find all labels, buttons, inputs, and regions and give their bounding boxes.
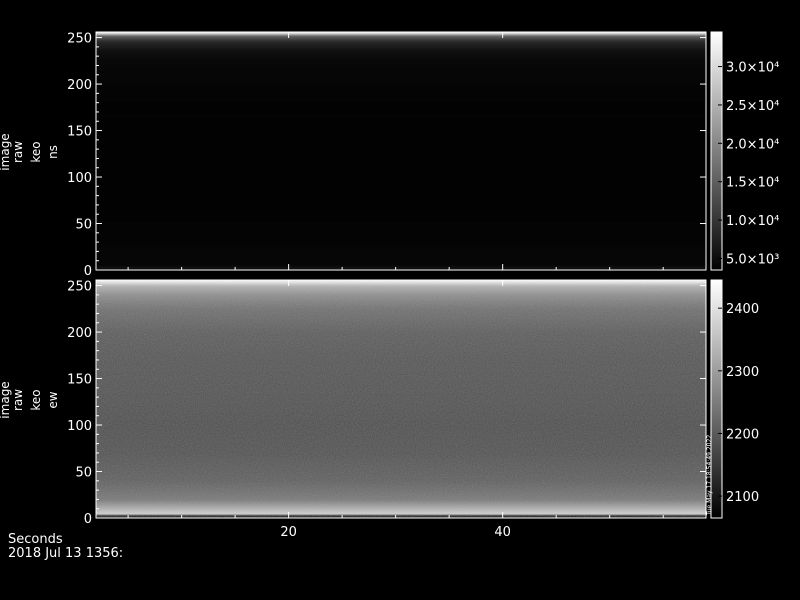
y-tick-label: 200 (67, 326, 92, 341)
panel-ew: 0 50 100 150 200 250 20 40 image raw keo ew 210… (0, 279, 759, 540)
x-tick-label: 20 (280, 525, 297, 540)
colorbar-tick-label: 2100 (726, 490, 759, 505)
y-tick-label: 0 (84, 264, 92, 279)
y-axis-label-ns: image raw keo ns (0, 133, 60, 170)
y-tick-label: 100 (67, 171, 92, 186)
noise-overlay-ew (96, 280, 706, 518)
y-label-line: ns (46, 145, 60, 159)
colorbar-tick-label: 2200 (726, 427, 759, 442)
x-unit-label: Seconds (8, 532, 63, 547)
y-tick-label: 100 (67, 419, 92, 434)
figure: 050100150200250 image raw keo ns 5.0×10³… (0, 31, 779, 561)
colorbar-ew: 2100 2200 2300 2400 (710, 279, 759, 519)
colorbar-ns: 5.0×10³ 1.0×10⁴ 1.5×10⁴ 2.0×10⁴ 2.5×10⁴ 3.0×1… (710, 31, 779, 271)
heatmap-ns (96, 32, 706, 271)
colorbar-tick-label: 2300 (726, 365, 759, 380)
colorbar-tick-label: 2400 (726, 302, 759, 317)
y-tick-label: 250 (67, 280, 92, 295)
y-tick-label: 50 (75, 466, 92, 481)
y-tick-label: 250 (67, 32, 92, 47)
colorbar-tick-label: 5.0×10³ (726, 252, 779, 267)
colorbar-tick-label: 1.0×10⁴ (726, 214, 779, 229)
y-tick-label: 150 (67, 373, 92, 388)
timestamp-stamp: Tue May 17 18:54:49 2022 (706, 435, 713, 516)
colorbar-tick-label: 1.5×10⁴ (726, 176, 779, 191)
y-label-line: keo (29, 389, 43, 410)
y-label-line: ew (46, 391, 60, 408)
colorbar-tick-label: 2.0×10⁴ (726, 137, 779, 152)
y-tick-label: 150 (67, 125, 92, 140)
y-axis-label-ew: image raw keo ew (0, 381, 60, 418)
colorbar-tick-label: 2.5×10⁴ (726, 99, 779, 114)
date-label: 2018 Jul 13 1356: (8, 546, 123, 561)
y-tick-label: 0 (84, 512, 92, 527)
y-label-line: raw (11, 141, 25, 163)
panel-ns: 0 50 100 150 200 250 image raw keo ns 5.0×10³… (0, 31, 779, 279)
y-tick-label: 200 (67, 78, 92, 93)
y-label-line: keo (29, 141, 43, 162)
colorbar-gradient (710, 31, 723, 271)
y-label-line: raw (11, 389, 25, 411)
y-tick-label: 50 (75, 218, 92, 233)
x-tick-label: 40 (494, 525, 511, 540)
colorbar-tick-label: 3.0×10⁴ (726, 61, 779, 76)
